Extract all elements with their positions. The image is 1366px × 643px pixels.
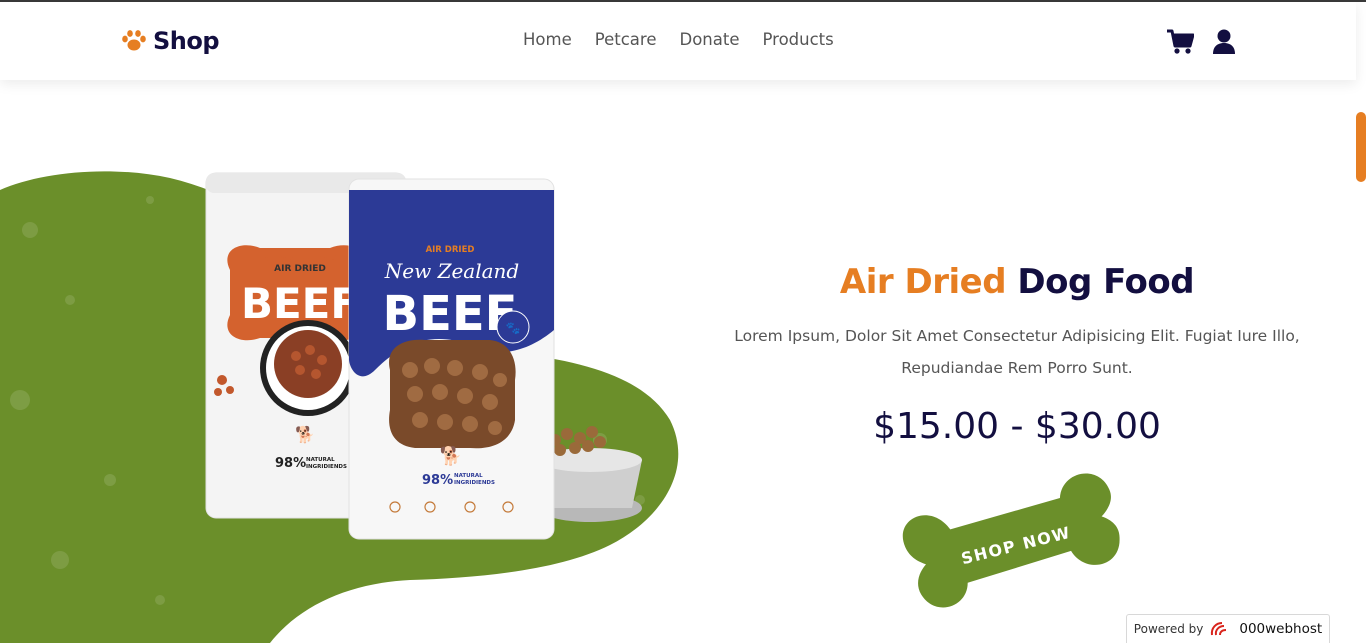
- bag1-percent-label-1: NATURAL: [306, 457, 335, 463]
- site-header: Shop Home Petcare Donate Products: [0, 2, 1356, 80]
- powered-by-badge[interactable]: Powered by 000webhost: [1126, 614, 1330, 643]
- bag1-percent: 98%: [275, 456, 306, 471]
- bag2-name: BEEF: [383, 286, 518, 342]
- header-icons: [1166, 29, 1236, 55]
- product-image: NEW ZEALAND AIR DRIED BEEF 🐕 98% NATURAL…: [205, 172, 642, 540]
- page: NEW ZEALAND AIR DRIED BEEF 🐕 98% NATURAL…: [0, 0, 1366, 643]
- hero-title: Air Dried Dog Food: [717, 262, 1317, 302]
- bag1-type: AIR DRIED: [274, 264, 326, 274]
- bag1-name: BEEF: [241, 279, 359, 328]
- bag1-percent-label-2: INGRIDIENDS: [306, 464, 347, 470]
- nav-products[interactable]: Products: [762, 30, 833, 49]
- svg-text:🐕: 🐕: [295, 425, 315, 444]
- bag1-origin: NEW ZEALAND: [263, 254, 337, 264]
- main-nav: Home Petcare Donate Products: [523, 30, 834, 49]
- paw-icon: [122, 30, 146, 51]
- bag2-type: AIR DRIED: [426, 245, 475, 255]
- hero-content: Air Dried Dog Food Lorem Ipsum, Dolor Si…: [717, 262, 1317, 447]
- hero-title-accent: Air Dried: [839, 262, 1007, 302]
- scrollbar-thumb[interactable]: [1356, 112, 1366, 182]
- powered-by-text: Powered by: [1133, 622, 1204, 636]
- shop-now-button[interactable]: SHOP NOW: [898, 472, 1134, 618]
- webhost-logo-icon: [1211, 622, 1227, 636]
- hero-price: $15.00 - $30.00: [873, 406, 1161, 447]
- svg-text:🐕: 🐕: [440, 445, 462, 467]
- nav-home[interactable]: Home: [523, 30, 572, 49]
- svg-text:🐾: 🐾: [506, 321, 521, 335]
- user-icon[interactable]: [1212, 29, 1236, 55]
- bag2-percent-label-1: NATURAL: [454, 473, 483, 479]
- powered-by-brand: 000webhost: [1239, 621, 1323, 637]
- cart-icon[interactable]: [1166, 29, 1194, 55]
- logo-text: Shop: [153, 27, 220, 55]
- bag2-origin: New Zealand: [384, 259, 519, 283]
- bag2-percent: 98%: [422, 473, 453, 488]
- logo[interactable]: Shop: [121, 24, 220, 58]
- nav-petcare[interactable]: Petcare: [595, 30, 657, 49]
- bag2-percent-label-2: INGRIDIENDS: [454, 480, 495, 486]
- nav-donate[interactable]: Donate: [679, 30, 739, 49]
- hero-title-main: Dog Food: [1017, 262, 1195, 302]
- hero-description: Lorem Ipsum, Dolor Sit Amet Consectetur …: [734, 327, 1300, 377]
